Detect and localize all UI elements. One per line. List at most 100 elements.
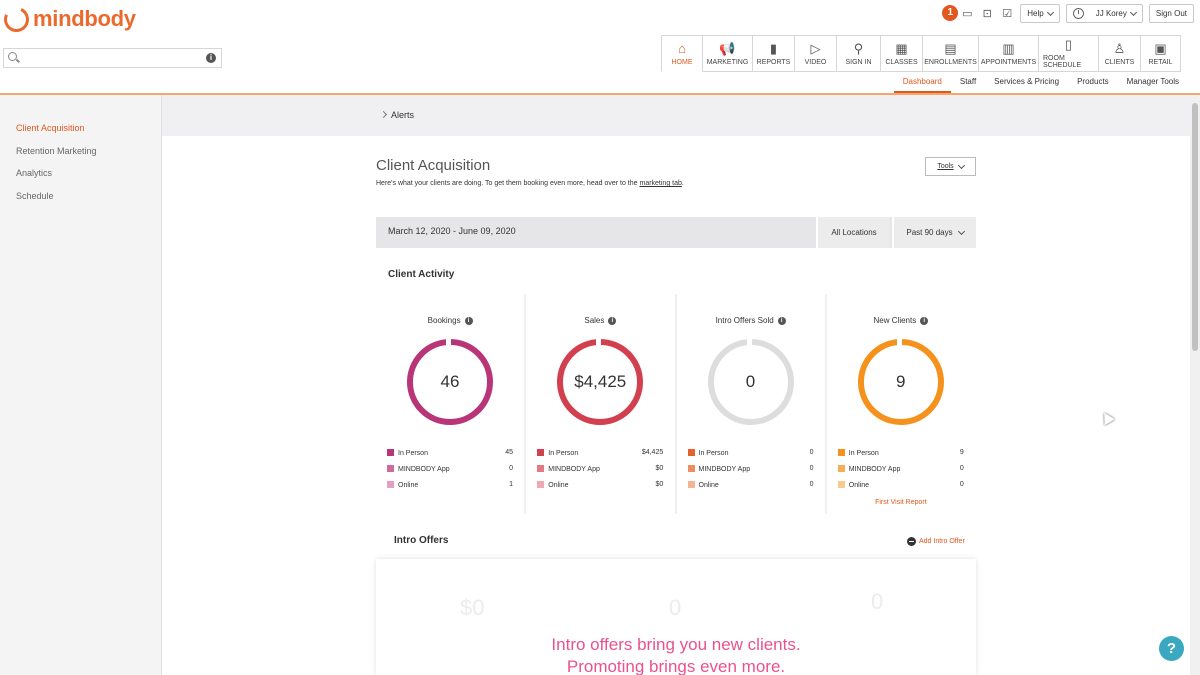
metric-title: New Clients i	[827, 316, 975, 325]
subnav-dashboard[interactable]: Dashboard	[893, 72, 951, 93]
play-icon: ▷	[810, 40, 821, 56]
legend-value: 0	[809, 449, 814, 456]
legend-value: 45	[505, 449, 513, 456]
nav-tab-label: APPOINTMENTS	[980, 58, 1037, 66]
door-icon: ▯	[1064, 37, 1073, 52]
info-icon[interactable]: i	[777, 317, 786, 325]
nav-tab-enrollments[interactable]: ▤ ENROLLMENTS	[923, 35, 979, 72]
nav-tab-label: SIGN IN	[845, 58, 872, 66]
promo-message-line2: Promoting brings even more.	[566, 657, 786, 675]
metric-title-text: Sales	[584, 316, 605, 325]
legend-swatch	[537, 449, 545, 456]
description-text: Here's what your clients are doing. To g…	[376, 180, 640, 187]
legend-label: MINDBODY App	[548, 466, 600, 473]
metric-card-bookings: Bookings i 46 In Person 45 MINDBODY App 0 Onlin…	[376, 294, 525, 514]
clock-icon	[1072, 8, 1084, 19]
checklist-icon[interactable]: ☑	[1000, 7, 1014, 21]
sidebar-item-client-acquisition[interactable]: Client Acquisition	[16, 123, 85, 133]
metric-title: Intro Offers Sold i	[677, 316, 825, 325]
info-icon[interactable]: i	[608, 317, 617, 325]
nav-tab-marketing[interactable]: 📢 MARKETING	[703, 35, 753, 72]
nav-tab-reports[interactable]: ▮ REPORTS	[753, 35, 795, 72]
legend-swatch	[837, 465, 845, 472]
messages-icon[interactable]: 1 ▭	[942, 4, 974, 21]
marketing-tab-link[interactable]: marketing tab	[639, 180, 681, 187]
metric-title-text: Bookings	[427, 316, 461, 325]
info-icon[interactable]: i	[464, 317, 473, 325]
period-dropdown[interactable]: Past 90 days	[892, 217, 976, 248]
metric-donut: 46	[407, 338, 493, 425]
metric-title-text: New Clients	[873, 316, 917, 325]
nav-tab-home[interactable]: ⌂ HOME	[661, 35, 703, 72]
intro-offers-title: Intro Offers	[394, 535, 449, 546]
metric-donut: 0	[707, 338, 794, 425]
nav-tab-label: MARKETING	[706, 58, 749, 66]
download-icon[interactable]: ⊡	[980, 7, 994, 21]
search-box[interactable]: i	[3, 48, 222, 68]
notification-badge[interactable]: 1	[942, 4, 959, 21]
metric-card-intro-offers-sold: Intro Offers Sold i 0 In Person 0 MINDBODY Ap…	[676, 294, 825, 514]
person-icon: ♙	[1113, 40, 1126, 56]
tools-button[interactable]: Tools	[925, 157, 976, 176]
nav-tab-label: REPORTS	[756, 58, 791, 66]
date-range[interactable]: March 12, 2020 - June 09, 2020	[388, 226, 516, 236]
legend-value: 0	[809, 465, 814, 472]
nav-tab-clients[interactable]: ♙ CLIENTS	[1099, 35, 1141, 72]
help-chat-button[interactable]: ?	[1159, 636, 1184, 661]
subnav-services-pricing[interactable]: Services & Pricing	[985, 72, 1068, 93]
add-intro-offer-button[interactable]: Add Intro Offer	[907, 537, 965, 546]
chevron-down-icon	[1129, 8, 1137, 16]
description-suffix: .	[681, 180, 684, 187]
bar-chart-icon: ▮	[769, 40, 778, 56]
nav-tab-classes[interactable]: ▦ CLASSES	[881, 35, 923, 72]
subnav-products[interactable]: Products	[1068, 72, 1118, 93]
legend-row: In Person 45	[387, 449, 513, 457]
legend-row: Online 0	[687, 481, 814, 489]
mindbody-logo[interactable]: mindbody	[0, 2, 136, 36]
chevron-down-icon	[1046, 8, 1054, 16]
nav-tab-sign-in[interactable]: ⚲ SIGN IN	[837, 35, 881, 72]
nav-tab-label: VIDEO	[804, 58, 827, 66]
location-filter[interactable]: All Locations	[816, 217, 890, 248]
sidebar-item-retention-marketing[interactable]: Retention Marketing	[16, 146, 97, 156]
metric-title: Bookings i	[376, 316, 524, 325]
nav-tab-appointments[interactable]: ▥ APPOINTMENTS	[979, 35, 1039, 72]
sidebar-item-schedule[interactable]: Schedule	[16, 191, 54, 201]
cash-register-icon: ▣	[1154, 40, 1167, 56]
metric-card-new-clients: New Clients i 9 In Person 9 MINDBODY App 0 Onli…	[826, 294, 975, 514]
chevron-down-icon	[957, 227, 965, 235]
intro-offers-promo: $0 0 0 Intro offers bring you new client…	[376, 559, 976, 675]
legend-swatch	[687, 481, 695, 488]
legend-swatch	[687, 449, 695, 456]
subnav-manager-tools[interactable]: Manager Tools	[1118, 72, 1188, 93]
client-activity-title: Client Activity	[388, 269, 455, 280]
legend-swatch	[537, 481, 545, 488]
legend-row: Online $0	[537, 481, 663, 489]
legend-row: Online 1	[387, 481, 513, 489]
user-menu-button[interactable]: JJ Korey	[1065, 4, 1143, 23]
alerts-bar[interactable]: Alerts	[162, 95, 1190, 136]
legend-value: $0	[655, 465, 664, 472]
info-icon[interactable]: i	[920, 317, 929, 325]
nav-tab-room-schedule[interactable]: ▯ ROOM SCHEDULE	[1039, 35, 1099, 72]
period-label: Past 90 days	[906, 228, 953, 237]
legend-value: 0	[959, 465, 964, 472]
sign-out-button[interactable]: Sign Out	[1148, 4, 1194, 23]
metric-title: Sales i	[526, 316, 674, 325]
scrollbar-thumb[interactable]	[1192, 103, 1198, 351]
legend-swatch	[387, 465, 394, 472]
nav-tab-retail[interactable]: ▣ RETAIL	[1141, 35, 1181, 72]
search-input[interactable]	[22, 51, 202, 65]
subnav-staff[interactable]: Staff	[951, 72, 985, 93]
legend-value: 0	[959, 481, 964, 488]
help-button[interactable]: Help	[1020, 4, 1060, 23]
nav-tab-video[interactable]: ▷ VIDEO	[795, 35, 837, 72]
logo-ring-icon	[0, 2, 33, 36]
sidebar-item-analytics[interactable]: Analytics	[16, 168, 52, 178]
info-icon[interactable]: i	[206, 53, 216, 63]
page-title: Client Acquisition	[376, 157, 491, 174]
legend-value: 9	[959, 449, 964, 456]
first-visit-report-link[interactable]: First Visit Report	[827, 499, 975, 506]
page-scrollbar[interactable]	[1190, 95, 1200, 675]
legend-row: In Person 9	[837, 449, 964, 457]
